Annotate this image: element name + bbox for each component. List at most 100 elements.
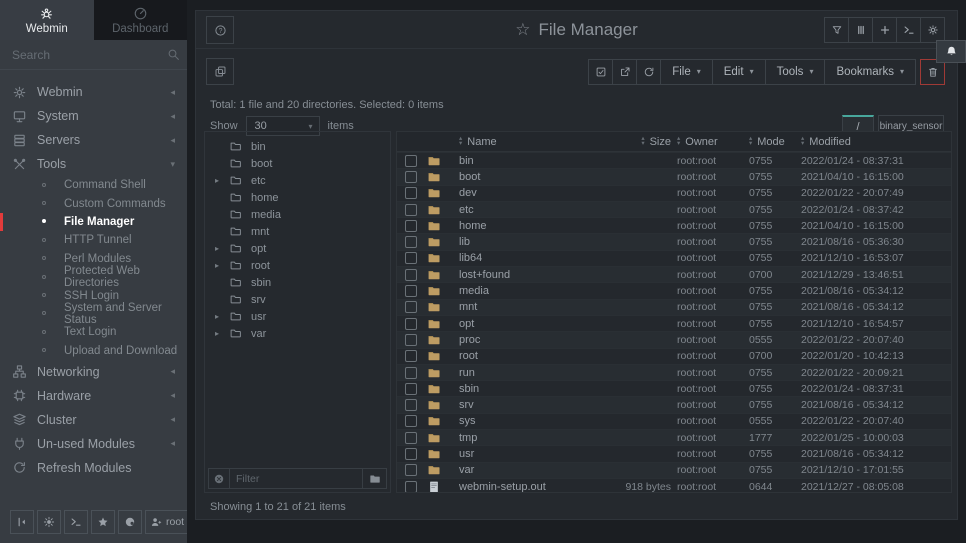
cell-name[interactable]: boot [459, 171, 581, 183]
row-checkbox[interactable] [405, 155, 417, 167]
menu-file-button[interactable]: File▾ [660, 59, 713, 85]
favorite-star-icon[interactable]: ☆ [515, 20, 530, 40]
tree-item-etc[interactable]: ▸etc [205, 172, 390, 189]
star-button[interactable] [91, 510, 115, 534]
table-row[interactable]: devroot:root07552022/01/22 - 20:07:49 [397, 185, 951, 201]
row-checkbox[interactable] [405, 350, 417, 362]
table-row[interactable]: procroot:root05552022/01/22 - 20:07:40 [397, 331, 951, 347]
sidebar-item-hardware[interactable]: Hardware◂ [0, 384, 187, 408]
cell-name[interactable]: dev [459, 187, 581, 199]
table-row[interactable]: binroot:root07552022/01/24 - 08:37:31 [397, 152, 951, 168]
column-header-modified[interactable]: ▴▾Modified [801, 136, 951, 148]
table-row[interactable]: sbinroot:root07552022/01/24 - 08:37:31 [397, 380, 951, 396]
column-header-owner[interactable]: ▴▾Owner [677, 136, 749, 148]
table-row[interactable]: mntroot:root07552021/08/16 - 05:34:12 [397, 299, 951, 315]
cell-name[interactable]: lib64 [459, 252, 581, 264]
tree-item-media[interactable]: media [205, 206, 390, 223]
expand-arrow-icon[interactable]: ▸ [215, 261, 229, 270]
tree-filter-input[interactable] [229, 469, 362, 488]
sidebar-item-networking[interactable]: Networking◂ [0, 360, 187, 384]
sidebar-search-input[interactable] [12, 48, 167, 62]
table-row[interactable]: bootroot:root07552021/04/10 - 16:15:00 [397, 168, 951, 184]
sidebar-subitem-system-and-server-status[interactable]: System and Server Status [0, 305, 187, 323]
cell-name[interactable]: bin [459, 155, 581, 167]
clear-filter-button[interactable] [209, 473, 229, 485]
sort-icon[interactable]: ▴▾ [749, 137, 752, 146]
terminal-button[interactable] [64, 510, 88, 534]
table-row[interactable]: rootroot:root07002022/01/20 - 10:42:13 [397, 348, 951, 364]
expand-arrow-icon[interactable]: ▸ [215, 329, 229, 338]
table-row[interactable]: runroot:root07552022/01/22 - 20:09:21 [397, 364, 951, 380]
tree-item-usr[interactable]: ▸usr [205, 308, 390, 325]
tab-webmin[interactable]: Webmin [0, 0, 94, 40]
sidebar-item-un-used-modules[interactable]: Un-used Modules◂ [0, 432, 187, 456]
menu-bookmarks-button[interactable]: Bookmarks▾ [824, 59, 916, 85]
tree-item-boot[interactable]: boot [205, 155, 390, 172]
sort-icon[interactable]: ▴▾ [459, 137, 462, 146]
table-row[interactable]: varroot:root07552021/12/10 - 17:01:55 [397, 462, 951, 478]
row-checkbox[interactable] [405, 367, 417, 379]
cell-name[interactable]: srv [459, 399, 581, 411]
row-checkbox[interactable] [405, 269, 417, 281]
columns-button[interactable] [848, 17, 873, 43]
cell-name[interactable]: usr [459, 448, 581, 460]
expand-arrow-icon[interactable]: ▸ [215, 244, 229, 253]
user-button[interactable]: root [145, 510, 189, 534]
row-checkbox[interactable] [405, 481, 417, 493]
tab-dashboard[interactable]: Dashboard [94, 0, 188, 40]
table-row[interactable]: usrroot:root07552021/08/16 - 05:34:12 [397, 445, 951, 461]
row-checkbox[interactable] [405, 187, 417, 199]
table-row[interactable]: lost+foundroot:root07002021/12/29 - 13:4… [397, 266, 951, 282]
cell-name[interactable]: lost+found [459, 269, 581, 281]
sidebar-subitem-protected-web-directories[interactable]: Protected Web Directories [0, 268, 187, 286]
check-square-button[interactable] [588, 59, 613, 85]
row-checkbox[interactable] [405, 383, 417, 395]
cell-name[interactable]: run [459, 367, 581, 379]
row-checkbox[interactable] [405, 204, 417, 216]
cell-name[interactable]: sbin [459, 383, 581, 395]
expand-arrow-icon[interactable]: ▸ [215, 312, 229, 321]
sidebar-item-servers[interactable]: Servers◂ [0, 128, 187, 152]
tree-item-opt[interactable]: ▸opt [205, 240, 390, 257]
menu-edit-button[interactable]: Edit▾ [712, 59, 766, 85]
sidebar-subitem-upload-and-download[interactable]: Upload and Download [0, 342, 187, 360]
sort-icon[interactable]: ▴▾ [641, 137, 644, 146]
tree-item-home[interactable]: home [205, 189, 390, 206]
cell-name[interactable]: root [459, 350, 581, 362]
tree-item-var[interactable]: ▸var [205, 325, 390, 342]
collapse-button[interactable] [10, 510, 34, 534]
row-checkbox[interactable] [405, 334, 417, 346]
row-checkbox[interactable] [405, 301, 417, 313]
column-header-size[interactable]: ▴▾Size [581, 136, 677, 148]
sidebar-item-refresh-modules[interactable]: Refresh Modules [0, 456, 187, 480]
tree-item-sbin[interactable]: sbin [205, 274, 390, 291]
row-checkbox[interactable] [405, 220, 417, 232]
cell-name[interactable]: mnt [459, 301, 581, 313]
cell-name[interactable]: proc [459, 334, 581, 346]
cell-name[interactable]: var [459, 464, 581, 476]
table-row[interactable]: homeroot:root07552021/04/10 - 16:15:00 [397, 217, 951, 233]
sidebar-subitem-command-shell[interactable]: Command Shell [0, 176, 187, 194]
refresh-button[interactable] [636, 59, 661, 85]
expand-arrow-icon[interactable]: ▸ [215, 176, 229, 185]
funnel-button[interactable] [824, 17, 849, 43]
row-checkbox[interactable] [405, 464, 417, 476]
sidebar-subitem-text-login[interactable]: Text Login [0, 323, 187, 341]
table-row[interactable]: lib64root:root07552021/12/10 - 16:53:07 [397, 250, 951, 266]
tree-item-bin[interactable]: bin [205, 138, 390, 155]
sort-icon[interactable]: ▴▾ [677, 137, 680, 146]
terminal-button[interactable] [896, 17, 921, 43]
cell-name[interactable]: home [459, 220, 581, 232]
palette-button[interactable] [118, 510, 142, 534]
tree-folder-button[interactable] [362, 469, 386, 488]
table-row[interactable]: srvroot:root07552021/08/16 - 05:34:12 [397, 396, 951, 412]
table-row[interactable]: webmin-setup.out918 bytesroot:root064420… [397, 478, 951, 493]
cell-name[interactable]: tmp [459, 432, 581, 444]
sidebar-subitem-custom-commands[interactable]: Custom Commands [0, 194, 187, 212]
cell-name[interactable]: opt [459, 318, 581, 330]
cell-name[interactable]: etc [459, 204, 581, 216]
row-checkbox[interactable] [405, 448, 417, 460]
column-header-name[interactable]: ▴▾Name [459, 136, 581, 148]
cell-name[interactable]: lib [459, 236, 581, 248]
sidebar-item-cluster[interactable]: Cluster◂ [0, 408, 187, 432]
